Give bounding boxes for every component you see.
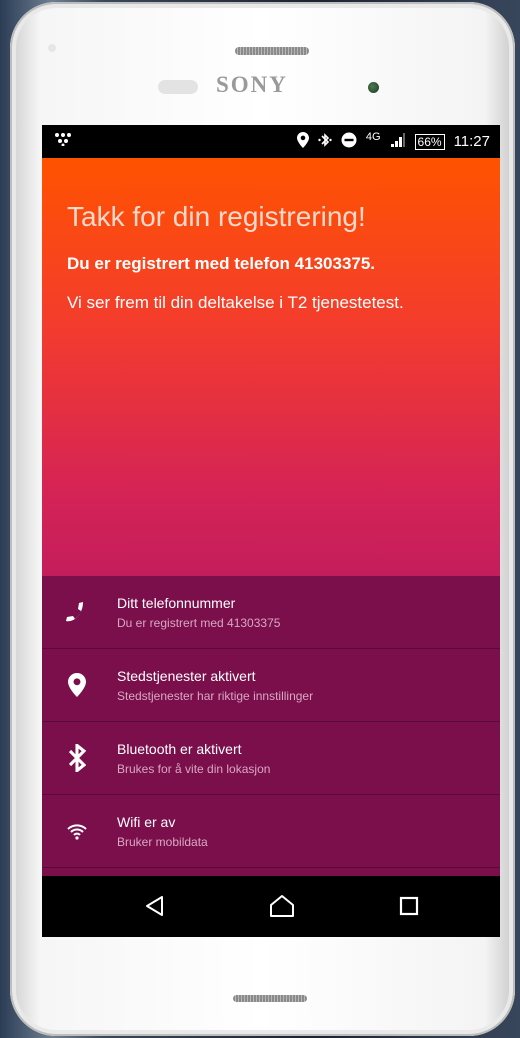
recent-apps-button[interactable]	[394, 891, 424, 921]
network-type: 4G	[365, 130, 381, 143]
phone-frame: SONY 4G 66% 11:27 Takk for din registrer…	[10, 2, 515, 1036]
registration-confirmation-panel: Takk for din registrering! Du er registr…	[42, 158, 500, 576]
location-pin-icon	[64, 671, 90, 699]
proximity-sensor	[158, 80, 198, 94]
list-item-subtitle: Du er registrert med 41303375	[117, 616, 281, 630]
earpiece-speaker	[235, 47, 309, 55]
phone-icon	[64, 598, 90, 626]
list-item-phone-number[interactable]: Ditt telefonnummer Du er registrert med …	[42, 576, 500, 649]
do-not-disturb-icon	[341, 132, 357, 151]
list-item-subtitle: Brukes for å vite din lokasjon	[117, 762, 271, 776]
welcome-message: Vi ser frem til din deltakelse i T2 tjen…	[67, 293, 404, 312]
list-item-bluetooth[interactable]: Bluetooth er aktivert Brukes for å vite …	[42, 722, 500, 795]
front-sensor-dot	[48, 44, 56, 52]
wifi-icon	[64, 817, 90, 845]
front-camera	[368, 82, 379, 93]
list-item-subtitle: Stedstjenester har riktige innstillinger	[117, 689, 314, 703]
list-item-title: Stedstjenester aktivert	[117, 668, 256, 684]
home-button[interactable]	[267, 891, 297, 921]
back-button[interactable]	[140, 891, 170, 921]
bottom-speaker	[233, 995, 307, 1002]
battery-indicator: 66%	[414, 133, 445, 150]
page-title: Takk for din registrering!	[67, 201, 366, 232]
list-item-location-services[interactable]: Stedstjenester aktivert Stedstjenester h…	[42, 649, 500, 722]
navigation-bar	[42, 876, 500, 937]
signal-strength-icon	[390, 132, 406, 151]
clock: 11:27	[453, 133, 490, 150]
list-item-title: Ditt telefonnummer	[117, 595, 236, 611]
location-status-icon	[296, 132, 309, 151]
status-list: Ditt telefonnummer Du er registrert med …	[42, 576, 500, 876]
status-bar: 4G 66% 11:27	[42, 125, 500, 158]
app-notification-icon	[54, 132, 72, 149]
device-brand: SONY	[216, 72, 288, 97]
list-item-subtitle: Bruker mobildata	[117, 835, 208, 849]
bluetooth-icon	[64, 744, 90, 772]
screen: 4G 66% 11:27 Takk for din registrering! …	[42, 125, 500, 937]
bluetooth-status-icon	[318, 132, 332, 151]
list-item-title: Wifi er av	[117, 814, 176, 830]
list-item-title: Bluetooth er aktivert	[117, 741, 242, 757]
list-item-wifi[interactable]: Wifi er av Bruker mobildata	[42, 795, 500, 868]
registered-phone-message: Du er registrert med telefon 41303375.	[67, 254, 376, 273]
